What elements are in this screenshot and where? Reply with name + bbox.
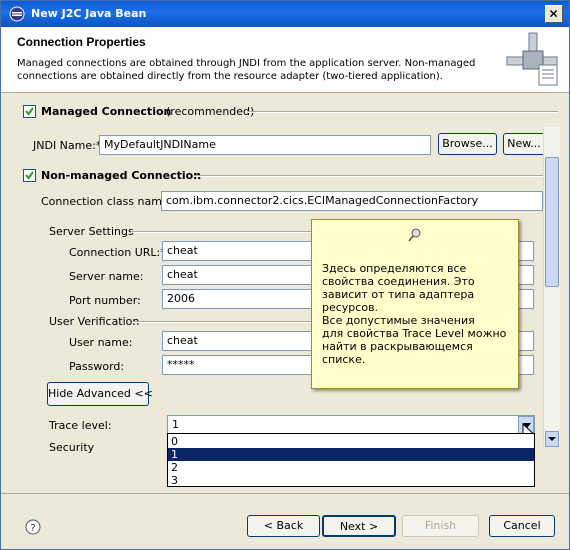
server-settings-divider [131, 231, 311, 233]
nonmanaged-connection-label: Non-managed Connection [41, 169, 202, 182]
user-verification-label: User Verification [49, 315, 140, 328]
password-label: Password: [69, 360, 125, 373]
svg-text:?: ? [30, 523, 35, 534]
connection-class-label: Connection class name: [41, 195, 173, 208]
connection-banner-icon [506, 32, 558, 86]
wizard-footer: ? < Back Next > Finish Cancel [1, 493, 569, 549]
hide-advanced-button[interactable]: Hide Advanced << [47, 382, 153, 406]
dialog-window: New J2C Java Bean Connection Properties … [0, 0, 570, 550]
managed-connection-label: Managed Connection [41, 105, 172, 118]
user-name-label: User name: [69, 336, 133, 349]
back-button[interactable]: < Back [247, 515, 320, 537]
list-item[interactable]: 3 [168, 474, 534, 487]
close-icon [549, 9, 558, 18]
window-title: New J2C Java Bean [31, 7, 147, 20]
nonmanaged-divider [194, 175, 558, 177]
list-item[interactable]: 2 [168, 461, 534, 474]
connection-url-label: Connection URL:* [69, 246, 166, 259]
trace-level-select[interactable]: 1 [167, 415, 535, 435]
checkmark-icon [25, 107, 34, 116]
help-icon[interactable]: ? [25, 519, 41, 535]
jndi-name-label: JNDI Name:* [33, 139, 102, 152]
nonmanaged-checkbox[interactable] [23, 169, 36, 182]
server-name-label: Server name: [69, 270, 144, 283]
security-label: Security [49, 441, 95, 454]
new-button[interactable]: New... [503, 133, 545, 155]
scrollbar-thumb[interactable] [545, 157, 559, 287]
server-settings-label: Server Settings [49, 225, 134, 238]
cancel-button[interactable]: Cancel [489, 515, 555, 537]
recommended-label: (recommended) [166, 105, 255, 118]
pushpin-icon [408, 228, 421, 242]
managed-checkbox[interactable] [23, 105, 36, 118]
managed-divider [248, 111, 558, 113]
connection-class-select[interactable]: com.ibm.connector2.cics.ECIManagedConnec… [161, 191, 559, 211]
trace-level-label: Trace level: [49, 419, 112, 432]
page-title: Connection Properties [17, 35, 146, 49]
user-verification-divider [133, 321, 311, 323]
close-button[interactable] [545, 5, 563, 23]
trace-level-dropdown-list[interactable]: 0 1 2 3 [167, 433, 535, 487]
finish-button[interactable]: Finish [402, 515, 479, 537]
scroll-down-icon[interactable] [545, 431, 559, 447]
eclipse-icon [9, 6, 25, 22]
info-tooltip: Здесь определяются все свойства соединен… [311, 219, 519, 389]
next-button[interactable]: Next > [322, 515, 396, 537]
wizard-header: Connection Properties Managed connection… [1, 27, 569, 93]
browse-button[interactable]: Browse... [438, 133, 497, 155]
list-item[interactable]: 1 [168, 448, 534, 461]
port-number-label: Port number: [69, 294, 141, 307]
checkmark-icon [25, 171, 34, 180]
title-bar: New J2C Java Bean [1, 1, 569, 27]
page-description: Managed connections are obtained through… [17, 58, 476, 82]
tooltip-text: Здесь определяются все свойства соединен… [322, 262, 507, 366]
vertical-scrollbar[interactable] [543, 127, 560, 447]
list-item[interactable]: 0 [168, 435, 534, 448]
jndi-name-input[interactable]: MyDefaultJNDIName [99, 135, 431, 155]
